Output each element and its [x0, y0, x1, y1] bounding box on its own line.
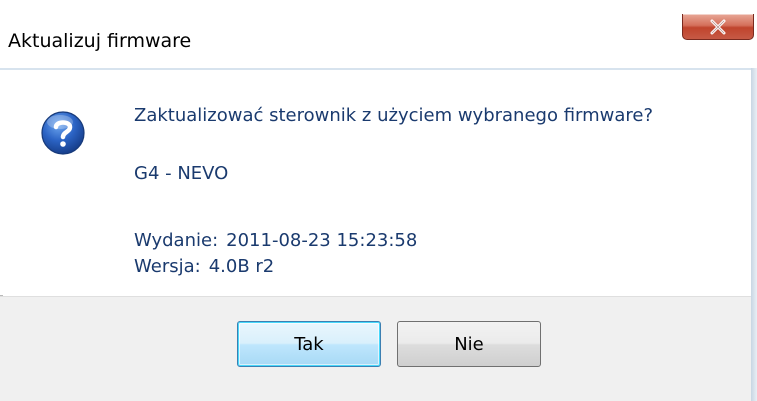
close-icon — [710, 19, 726, 34]
version-line: Wersja: 4.0B r2 — [134, 256, 274, 277]
title-bar[interactable]: Aktualizuj firmware — [0, 0, 757, 70]
question-icon — [41, 111, 85, 155]
release-value: 2011-08-23 15:23:58 — [226, 230, 418, 251]
button-bar: Tak Nie — [0, 296, 751, 401]
no-button[interactable]: Nie — [397, 321, 541, 367]
window-frame-right — [751, 68, 757, 401]
update-firmware-dialog: Aktualizuj firmware Zaktualizować sterow… — [0, 0, 757, 401]
window-title: Aktualizuj firmware — [8, 30, 192, 52]
yes-button[interactable]: Tak — [237, 321, 381, 367]
version-label: Wersja: — [134, 256, 201, 277]
device-name: G4 - NEVO — [134, 163, 229, 184]
close-button[interactable] — [682, 14, 754, 40]
version-value: 4.0B r2 — [208, 256, 275, 277]
release-line: Wydanie: 2011-08-23 15:23:58 — [134, 230, 417, 251]
message-area: Zaktualizować sterownik z użyciem wybran… — [0, 70, 751, 296]
question-text: Zaktualizować sterownik z użyciem wybran… — [134, 105, 654, 126]
release-label: Wydanie: — [134, 230, 219, 251]
